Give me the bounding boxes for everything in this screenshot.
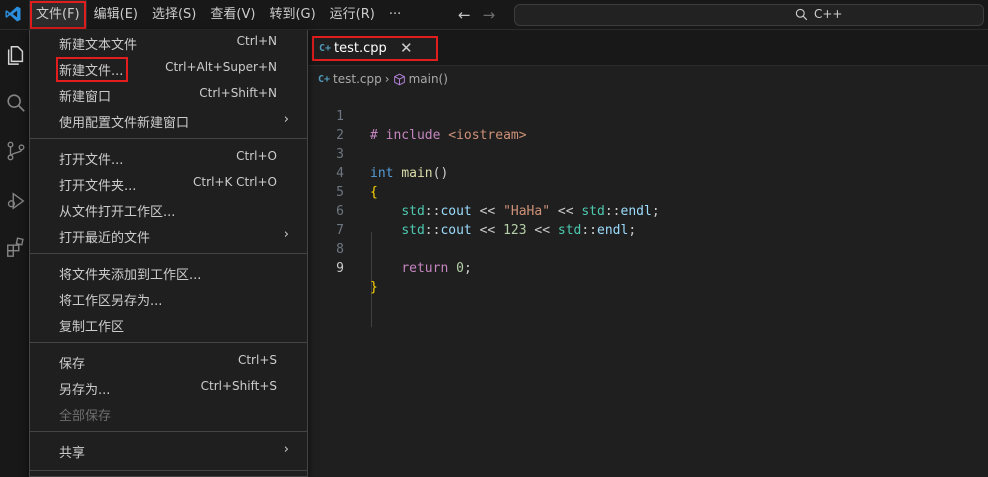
menu-item-open-folder[interactable]: 打开文件夹... Ctrl+K Ctrl+O (30, 171, 307, 197)
code-line: 1 # include <iostream> (308, 88, 988, 143)
shortcut: Ctrl+Alt+Super+N (165, 60, 277, 74)
run-debug-icon[interactable] (5, 190, 27, 212)
breadcrumb-separator: › (384, 72, 390, 86)
cpp-file-icon: C+ (319, 43, 332, 54)
menu-bar: 文件(F) 编辑(E) 选择(S) 查看(V) 转到(G) 运行(R) ··· (29, 0, 408, 30)
command-center-search[interactable]: C++ (514, 4, 984, 26)
editor-area: C+ test.cpp ✕ C+ test.cpp › main() 1 # i… (308, 30, 988, 477)
menu-item-new-text-file[interactable]: 新建文本文件 Ctrl+N (30, 30, 307, 56)
chevron-right-icon: › (283, 442, 289, 457)
cpp-file-icon: C+ (318, 73, 331, 85)
menu-item-save[interactable]: 保存 Ctrl+S (30, 349, 307, 375)
code-line: 7 (308, 202, 988, 238)
code-line: 5 std::cout << "HaHa" << std::endl; (308, 164, 988, 219)
code-editor[interactable]: 1 # include <iostream> 2 3 int main() 4 … (308, 88, 988, 327)
menu-more[interactable]: ··· (382, 0, 408, 30)
menu-item-save-as[interactable]: 另存为... Ctrl+Shift+S (30, 375, 307, 401)
vscode-logo-icon (5, 6, 21, 22)
menu-item-share[interactable]: 共享 › (30, 438, 307, 464)
breadcrumb-symbol[interactable]: main() (409, 72, 448, 86)
close-icon[interactable]: ✕ (400, 39, 413, 57)
menu-item-open-recent[interactable]: 打开最近的文件 › (30, 223, 307, 249)
menu-separator (30, 342, 307, 343)
line-number: 9 (336, 261, 344, 276)
shortcut: Ctrl+Shift+S (200, 379, 277, 393)
menu-separator (30, 431, 307, 432)
shortcut: Ctrl+S (237, 353, 277, 367)
shortcut: Ctrl+Shift+N (199, 86, 277, 100)
menu-separator (30, 138, 307, 139)
forward-arrow-icon[interactable]: → (483, 6, 496, 24)
menu-item-save-workspace-as[interactable]: 将工作区另存为... (30, 286, 307, 312)
chevron-right-icon: › (283, 112, 289, 127)
menu-item-duplicate-workspace[interactable]: 复制工作区 (30, 312, 307, 338)
shortcut: Ctrl+N (236, 34, 277, 48)
navigation-arrows: ← → (458, 6, 495, 24)
code-line: 9 } (308, 240, 988, 295)
tab-strip: C+ test.cpp ✕ (308, 30, 988, 66)
menu-item-add-folder-to-workspace[interactable]: 将文件夹添加到工作区... (30, 260, 307, 286)
tab-test-cpp[interactable]: C+ test.cpp ✕ (312, 36, 438, 61)
shortcut: Ctrl+K Ctrl+O (193, 175, 277, 189)
breadcrumb: C+ test.cpp › main() (318, 70, 448, 88)
code-line: 2 (308, 107, 988, 143)
activity-bar (0, 30, 30, 477)
code-line: 3 int main() (308, 126, 988, 181)
back-arrow-icon[interactable]: ← (458, 6, 471, 24)
menu-separator (30, 470, 307, 471)
menu-view[interactable]: 查看(V) (203, 0, 262, 30)
search-icon (795, 8, 808, 20)
method-cube-icon (393, 73, 405, 85)
search-icon[interactable] (5, 92, 27, 114)
menu-selection[interactable]: 选择(S) (145, 0, 203, 30)
menu-item-new-window-with-profile[interactable]: 使用配置文件新建窗口 › (30, 108, 307, 134)
shortcut: Ctrl+O (236, 149, 277, 163)
code-line: 4 { (308, 145, 988, 200)
tab-label: test.cpp (334, 41, 387, 56)
chevron-right-icon: › (283, 227, 289, 242)
menu-edit[interactable]: 编辑(E) (87, 0, 145, 30)
code-line: 8 return 0; (308, 221, 988, 276)
menu-run[interactable]: 运行(R) (323, 0, 382, 30)
menu-item-new-file[interactable]: 新建文件... Ctrl+Alt+Super+N (30, 56, 307, 82)
source-control-icon[interactable] (5, 140, 27, 162)
explorer-files-icon[interactable] (5, 44, 27, 66)
menu-go[interactable]: 转到(G) (262, 0, 322, 30)
menu-item-new-window[interactable]: 新建窗口 Ctrl+Shift+N (30, 82, 307, 108)
extensions-icon[interactable] (5, 236, 27, 258)
file-menu-dropdown: 新建文本文件 Ctrl+N 新建文件... Ctrl+Alt+Super+N 新… (29, 30, 308, 477)
menu-item-open-file[interactable]: 打开文件... Ctrl+O (30, 145, 307, 171)
menu-item-open-workspace[interactable]: 从文件打开工作区... (30, 197, 307, 223)
title-bar: 文件(F) 编辑(E) 选择(S) 查看(V) 转到(G) 运行(R) ··· … (0, 0, 988, 30)
menu-file[interactable]: 文件(F) (29, 0, 87, 30)
code-line: 6 std::cout << 123 << std::endl; (308, 183, 988, 238)
breadcrumb-file[interactable]: test.cpp (333, 72, 382, 86)
menu-item-save-all: 全部保存 (59, 409, 112, 424)
menu-separator (30, 253, 307, 254)
command-center-text: C++ (814, 7, 843, 21)
